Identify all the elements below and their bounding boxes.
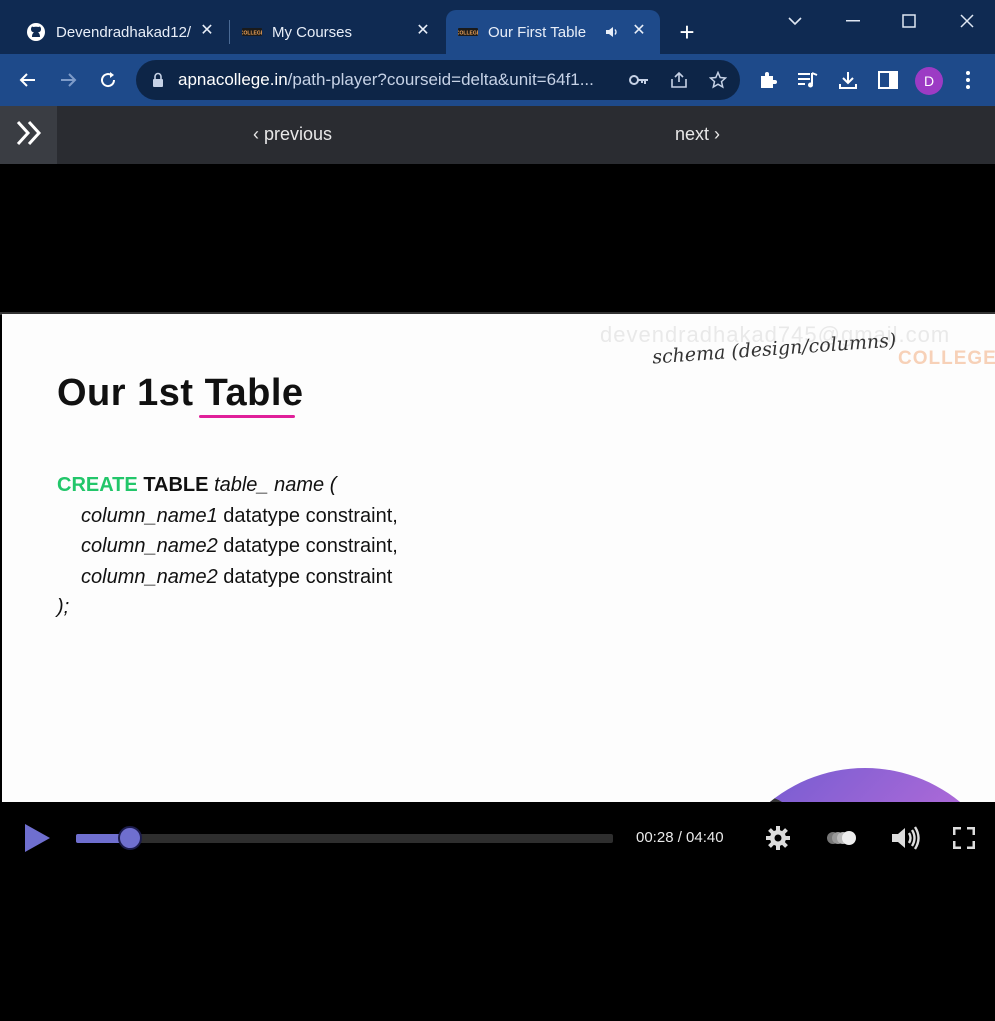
speaker-icon[interactable] bbox=[604, 24, 620, 44]
new-tab-button[interactable]: + bbox=[672, 18, 702, 48]
url-path: /path-player?courseid=delta&unit=64f1... bbox=[287, 70, 594, 89]
apna-college-favicon-icon: COLLEGE bbox=[242, 22, 262, 42]
close-icon[interactable]: ✕ bbox=[198, 22, 216, 40]
lock-icon[interactable] bbox=[152, 72, 164, 93]
college-watermark: COLLEGE bbox=[898, 348, 995, 369]
download-icon[interactable] bbox=[834, 66, 862, 94]
url-text[interactable]: apnacollege.in/path-player?courseid=delt… bbox=[178, 70, 618, 90]
video-player[interactable]: devendradhakad745@gmail.com COLLEGE sche… bbox=[0, 164, 995, 1021]
seek-bar[interactable] bbox=[76, 826, 613, 850]
code-line: ); bbox=[57, 596, 70, 618]
github-icon bbox=[26, 22, 46, 42]
double-chevron-right-icon bbox=[15, 120, 43, 151]
playback-speed-icon[interactable] bbox=[822, 822, 862, 854]
tab-title: Devendradhakad12/ bbox=[56, 23, 192, 41]
kebab-menu-icon[interactable] bbox=[954, 66, 982, 94]
bookmark-star-icon[interactable] bbox=[707, 69, 729, 91]
table-name-placeholder: table_ name ( bbox=[214, 474, 337, 496]
course-nav-bar: ‹ previous next › bbox=[0, 106, 995, 164]
tab-our-first-table[interactable]: COLLEGE Our First Table ✕ bbox=[446, 10, 660, 54]
tab-title: My Courses bbox=[272, 23, 353, 41]
fullscreen-icon[interactable] bbox=[948, 822, 980, 854]
play-icon[interactable] bbox=[22, 822, 52, 854]
time-display: 00:28 / 04:40 bbox=[636, 829, 724, 846]
media-queue-icon[interactable] bbox=[794, 66, 822, 94]
column-definition: datatype constraint, bbox=[217, 504, 398, 527]
browser-tab-strip: Devendradhakad12/ ✕ COLLEGE My Courses ✕… bbox=[0, 0, 995, 54]
sql-code-block: CREATE TABLE table_ name ( column_name1 … bbox=[57, 470, 398, 623]
chevron-right-icon: › bbox=[714, 124, 721, 144]
url-host: apnacollege.in bbox=[178, 70, 288, 89]
previous-label: previous bbox=[264, 124, 333, 144]
create-keyword: CREATE bbox=[57, 474, 138, 496]
forward-arrow-icon[interactable] bbox=[52, 64, 84, 96]
volume-icon[interactable] bbox=[890, 822, 922, 854]
apna-college-favicon-icon: COLLEGE bbox=[458, 22, 478, 42]
side-panel-icon[interactable] bbox=[874, 66, 902, 94]
browser-toolbar: apnacollege.in/path-player?courseid=delt… bbox=[0, 54, 995, 106]
title-underline bbox=[199, 415, 295, 418]
svg-text:COLLEGE: COLLEGE bbox=[242, 31, 262, 37]
column-definition: datatype constraint, bbox=[217, 535, 398, 557]
lecture-slide: devendradhakad745@gmail.com COLLEGE sche… bbox=[2, 314, 995, 802]
share-icon[interactable] bbox=[668, 69, 690, 91]
next-link[interactable]: next › bbox=[675, 124, 720, 145]
presenter-webcam bbox=[715, 768, 995, 802]
maximize-icon[interactable] bbox=[894, 8, 924, 34]
address-bar[interactable]: apnacollege.in/path-player?courseid=delt… bbox=[136, 60, 740, 100]
code-line: column_name2 datatype constraint bbox=[57, 562, 398, 593]
slide-title: Our 1st Table bbox=[57, 372, 304, 414]
sidebar-toggle-button[interactable] bbox=[0, 106, 57, 164]
back-arrow-icon[interactable] bbox=[12, 64, 44, 96]
code-line: CREATE TABLE table_ name ( bbox=[57, 470, 398, 501]
column-name: column_name2 bbox=[81, 565, 218, 588]
tab-search-chevron-icon[interactable] bbox=[780, 8, 810, 34]
minimize-icon[interactable] bbox=[838, 8, 868, 34]
table-keyword: TABLE bbox=[143, 474, 209, 496]
tab-my-courses[interactable]: COLLEGE My Courses ✕ bbox=[230, 10, 444, 54]
key-icon[interactable] bbox=[628, 69, 650, 91]
seek-bar-handle[interactable] bbox=[118, 826, 142, 850]
column-name: column_name1 bbox=[81, 504, 218, 527]
previous-link[interactable]: ‹ previous bbox=[253, 124, 332, 145]
next-label: next bbox=[675, 124, 710, 144]
player-controls: 00:28 / 04:40 bbox=[0, 802, 995, 872]
extensions-puzzle-icon[interactable] bbox=[754, 66, 782, 94]
code-line: column_name2 datatype constraint, bbox=[57, 531, 398, 562]
column-definition: datatype constraint bbox=[217, 565, 393, 588]
close-icon[interactable]: ✕ bbox=[630, 22, 648, 40]
svg-text:COLLEGE: COLLEGE bbox=[458, 31, 478, 37]
window-close-icon[interactable] bbox=[952, 8, 982, 34]
settings-gear-icon[interactable] bbox=[762, 822, 794, 854]
tab-github[interactable]: Devendradhakad12/ ✕ bbox=[14, 10, 228, 54]
reload-icon[interactable] bbox=[92, 64, 124, 96]
column-name: column_name2 bbox=[81, 535, 218, 557]
chevron-left-icon: ‹ bbox=[253, 124, 259, 144]
close-icon[interactable]: ✕ bbox=[414, 22, 432, 40]
tab-title: Our First Table bbox=[488, 23, 587, 41]
profile-avatar[interactable]: D bbox=[915, 67, 943, 95]
code-line: column_name1 datatype constraint, bbox=[57, 501, 398, 532]
